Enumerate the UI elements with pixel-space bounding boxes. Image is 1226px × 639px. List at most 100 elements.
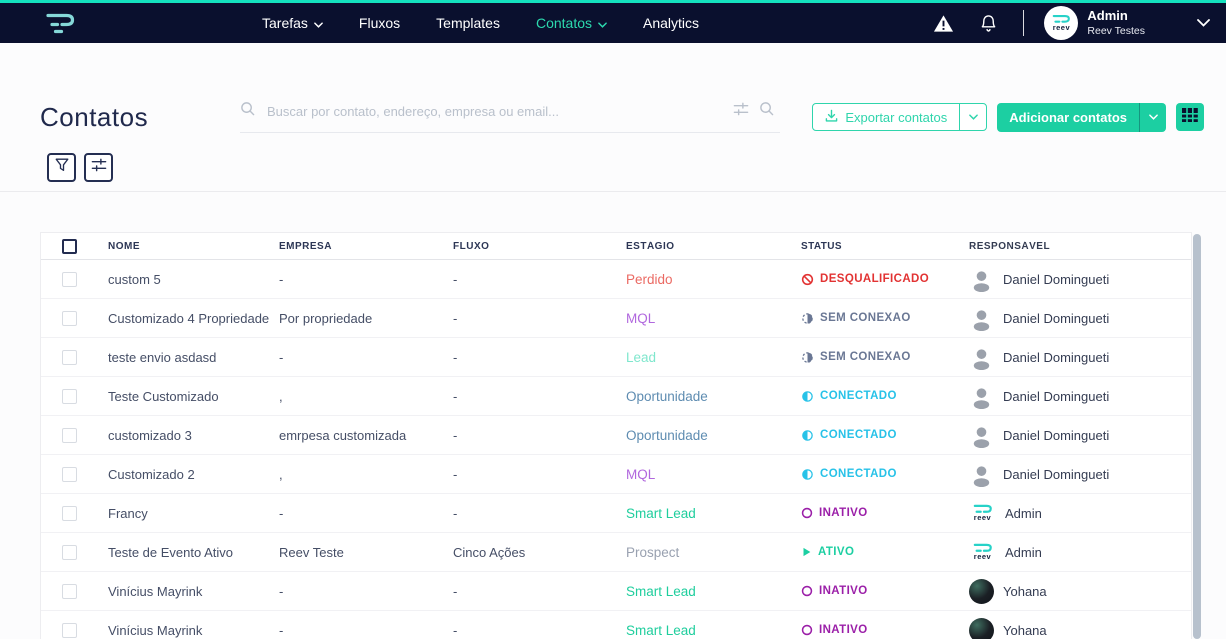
search-bar — [240, 101, 781, 133]
reev-avatar: reev — [969, 543, 996, 561]
export-contacts-button[interactable]: Exportar contatos — [812, 103, 988, 131]
nav-item-analytics[interactable]: Analytics — [643, 15, 699, 31]
row-checkbox[interactable] — [62, 583, 77, 599]
person-avatar — [969, 345, 994, 370]
contact-name: customizado 3 — [108, 427, 192, 443]
nav-label: Analytics — [643, 15, 700, 31]
contact-owner: reev Admin — [969, 543, 1191, 561]
table-row[interactable]: Customizado 4 Propriedade Por propriedade… — [41, 299, 1191, 338]
grid-view-button[interactable] — [1176, 103, 1204, 131]
column-settings-button[interactable] — [84, 153, 113, 182]
contact-flow: - — [453, 271, 458, 287]
top-navbar: Tarefas Fluxos Templates Contatos Analyt… — [0, 0, 1226, 43]
table-row[interactable]: Francy - - Smart Lead INATIVO reev Admin — [41, 494, 1191, 533]
nav-label: Contatos — [535, 15, 593, 31]
contact-owner: Daniel Domingueti — [969, 423, 1191, 448]
chevron-down-icon[interactable] — [1197, 19, 1210, 27]
user-menu[interactable]: reev Admin Reev Testes — [1044, 6, 1145, 40]
table-row[interactable]: Teste de Evento Ativo Reev Teste Cinco Açõ… — [41, 533, 1191, 572]
contact-name: teste envio asdasd — [108, 349, 217, 365]
add-dropdown-button[interactable] — [1139, 102, 1166, 132]
contact-status: INATIVO — [801, 585, 969, 597]
column-header-estagio: ESTÁGIO — [626, 240, 675, 252]
row-checkbox[interactable] — [62, 466, 77, 482]
row-checkbox-cell — [41, 310, 108, 326]
search-input[interactable] — [265, 102, 724, 120]
contact-flow: - — [453, 583, 458, 599]
row-checkbox[interactable] — [62, 622, 77, 638]
bell-icon[interactable] — [980, 14, 997, 33]
contact-company: - — [279, 505, 284, 521]
table-row[interactable]: teste envio asdasd - - Lead SEM CONEXÃO Danie… — [41, 338, 1191, 377]
row-checkbox[interactable] — [62, 388, 77, 404]
search-submit-icon[interactable] — [759, 101, 774, 121]
row-checkbox-cell — [41, 466, 108, 482]
contact-flow: - — [453, 622, 458, 638]
row-checkbox[interactable] — [62, 349, 77, 365]
nav-item-tarefas[interactable]: Tarefas — [262, 15, 323, 31]
chevron-down-icon — [314, 15, 323, 31]
contact-stage: Oportunidade — [626, 388, 708, 404]
table-row[interactable]: Vinícius Mayrink - - Smart Lead INATIVO Yohan… — [41, 611, 1191, 639]
contact-status: INATIVO — [801, 507, 969, 519]
vertical-scrollbar[interactable] — [1193, 234, 1201, 639]
contact-owner: Daniel Domingueti — [969, 345, 1191, 370]
play-icon — [801, 546, 812, 558]
owner-name: Daniel Domingueti — [1003, 466, 1110, 482]
contact-company: emrpesa customizada — [279, 427, 407, 443]
row-checkbox[interactable] — [62, 505, 77, 521]
export-contacts-label: Exportar contatos — [845, 109, 948, 125]
contact-company: - — [279, 622, 284, 638]
circle-outline-icon — [801, 624, 813, 636]
contact-status: CONECTADO — [801, 390, 969, 403]
contact-stage: MQL — [626, 466, 656, 482]
row-checkbox[interactable] — [62, 271, 77, 287]
row-checkbox[interactable] — [62, 310, 77, 326]
nav-item-fluxos[interactable]: Fluxos — [359, 15, 400, 31]
nav-label: Tarefas — [262, 15, 308, 31]
table-row[interactable]: customizado 3 emrpesa customizada - Oportun… — [41, 416, 1191, 455]
contact-flow: - — [453, 427, 458, 443]
main-nav: Tarefas Fluxos Templates Contatos Analyt… — [262, 15, 699, 31]
select-all-checkbox[interactable] — [62, 238, 77, 254]
status-label: DESQUALIFICADO — [820, 273, 930, 285]
reev-logo-icon[interactable] — [45, 11, 77, 35]
user-avatar: reev — [1044, 6, 1079, 40]
user-name: Admin — [1087, 8, 1128, 24]
reev-avatar: reev — [969, 504, 996, 522]
nav-item-templates[interactable]: Templates — [436, 15, 500, 31]
warning-icon[interactable] — [933, 14, 954, 33]
contacts-table: NOME EMPRESA FLUXO ESTÁGIO STATUS RESPON… — [40, 232, 1192, 639]
person-avatar — [969, 423, 994, 448]
contact-name: Francy — [108, 505, 148, 521]
contact-stage: Smart Lead — [626, 505, 696, 521]
filter-button[interactable] — [47, 153, 76, 182]
half-circle-left-icon — [801, 468, 814, 481]
table-row[interactable]: custom 5 - - Perdido DESQUALIFICADO Daniel Do… — [41, 260, 1191, 299]
contact-status: INATIVO — [801, 624, 969, 636]
photo-avatar — [969, 578, 994, 604]
owner-name: Admin — [1005, 505, 1042, 521]
export-dropdown-button[interactable] — [959, 104, 986, 130]
table-row[interactable]: Customizado 2, - MQL CONECTADO Daniel Doming… — [41, 455, 1191, 494]
row-checkbox-cell — [41, 427, 108, 443]
row-checkbox[interactable] — [62, 544, 77, 560]
owner-name: Daniel Domingueti — [1003, 349, 1110, 365]
contact-flow: - — [453, 349, 458, 365]
status-label: CONECTADO — [820, 468, 897, 480]
contact-owner: reev Admin — [969, 504, 1191, 522]
add-contacts-button[interactable]: Adicionar contatos — [997, 102, 1166, 132]
table-row[interactable]: Vinícius Mayrink - - Smart Lead INATIVO Yohan… — [41, 572, 1191, 611]
advanced-filter-icon[interactable] — [733, 102, 749, 121]
row-checkbox[interactable] — [62, 427, 77, 443]
contact-flow: - — [453, 388, 458, 404]
table-row[interactable]: Teste Customizado, - Oportunidade CONECTADO… — [41, 377, 1191, 416]
contact-stage: Perdido — [626, 271, 673, 287]
navbar-divider — [1023, 10, 1025, 36]
contact-name: custom 5 — [108, 271, 161, 287]
owner-name: Admin — [1005, 544, 1042, 560]
row-checkbox-cell — [41, 622, 108, 638]
row-checkbox-cell — [41, 544, 108, 560]
contact-owner: Daniel Domingueti — [969, 384, 1191, 409]
nav-item-contatos[interactable]: Contatos — [536, 15, 607, 31]
